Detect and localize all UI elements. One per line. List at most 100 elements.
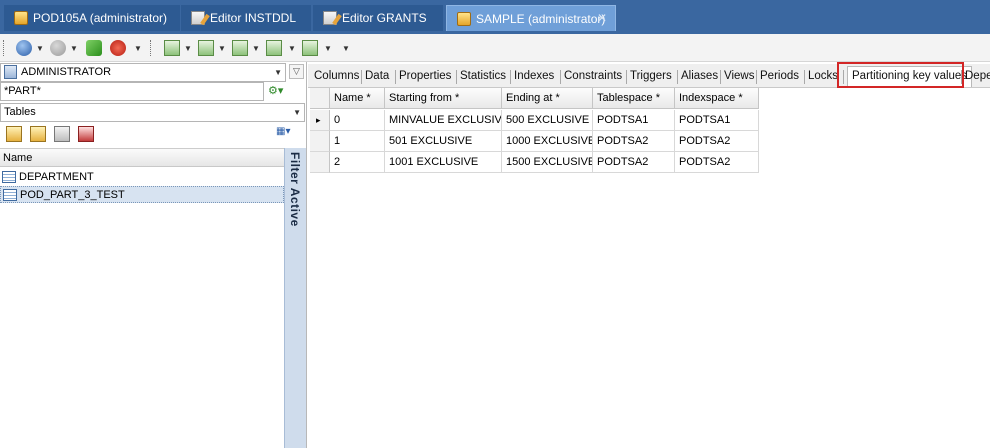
debug-icon[interactable] xyxy=(110,40,126,56)
list-item[interactable]: POD_PART_3_TEST xyxy=(0,186,284,203)
table-cell[interactable]: 2 xyxy=(330,152,385,173)
object-browser-panel: ADMINISTRATOR ▼ ▽ *PART* ⚙▾ Tables ▼ ▦▾ … xyxy=(0,62,307,448)
database-icon xyxy=(457,11,471,26)
table-action-icon[interactable] xyxy=(232,40,248,56)
highlight-box xyxy=(837,62,964,88)
tab-columns[interactable]: Columns xyxy=(314,70,359,82)
tab-label: Editor GRANTS xyxy=(342,11,427,25)
object-details-panel: Columns Data Properties Statistics Indexes Co… xyxy=(308,62,990,448)
tab-separator xyxy=(560,70,561,84)
edit-table-icon[interactable] xyxy=(54,126,70,142)
table-cell[interactable]: PODTSA1 xyxy=(593,110,675,131)
table-icon xyxy=(3,188,17,201)
table-cell[interactable]: 1 xyxy=(330,131,385,152)
column-header[interactable]: Name * xyxy=(330,88,385,109)
tab-aliases[interactable]: Aliases xyxy=(681,70,718,82)
view-options-icon[interactable]: ▦▾ xyxy=(276,126,300,142)
tab-label: SAMPLE (administrator) xyxy=(476,11,606,26)
column-header[interactable]: Indexspace * xyxy=(675,88,759,109)
toolbar-grip xyxy=(3,40,4,56)
filter-active-strip[interactable]: Filter Active xyxy=(284,148,306,448)
tab-label: POD105A (administrator) xyxy=(33,11,168,25)
chevron-down-icon[interactable]: ▼ xyxy=(184,44,192,53)
list-header: Name xyxy=(0,149,284,167)
object-type-value: Tables xyxy=(4,106,36,118)
drop-table-icon[interactable] xyxy=(78,126,94,142)
chevron-down-icon: ▼ xyxy=(293,108,301,117)
object-type-select[interactable]: Tables ▼ xyxy=(0,103,305,122)
table-action-icon[interactable] xyxy=(266,40,282,56)
tab-periods[interactable]: Periods xyxy=(760,70,799,82)
column-header[interactable]: Tablespace * xyxy=(593,88,675,109)
schema-combo[interactable]: ADMINISTRATOR ▼ xyxy=(0,63,286,82)
tab-data[interactable]: Data xyxy=(365,70,389,82)
tab-label: Editor INSTDDL xyxy=(210,11,297,25)
tab-locks[interactable]: Locks xyxy=(808,70,838,82)
tab-separator xyxy=(361,70,362,84)
apply-filter-icon[interactable]: ⚙▾ xyxy=(268,84,290,99)
toolbar-overflow-icon[interactable]: ▼ xyxy=(342,44,350,53)
table-cell[interactable]: PODTSA1 xyxy=(675,110,759,131)
back-icon[interactable] xyxy=(16,40,32,56)
tab-views[interactable]: Views xyxy=(724,70,754,82)
close-icon[interactable]: ✕ xyxy=(597,11,607,25)
table-cell[interactable]: 501 EXCLUSIVE xyxy=(385,131,502,152)
forward-icon[interactable] xyxy=(50,40,66,56)
table-cell[interactable]: 1000 EXCLUSIVE xyxy=(502,131,593,152)
table-cell[interactable]: PODTSA2 xyxy=(593,131,675,152)
tab-statistics[interactable]: Statistics xyxy=(460,70,506,82)
tab-triggers[interactable]: Triggers xyxy=(630,70,672,82)
tab-pod105a[interactable]: POD105A (administrator) xyxy=(4,5,180,31)
editor-icon xyxy=(323,11,337,25)
row-marker[interactable] xyxy=(310,152,330,173)
new-table-icon[interactable] xyxy=(6,126,22,142)
refresh-icon[interactable] xyxy=(86,40,102,56)
table-cell[interactable]: PODTSA2 xyxy=(675,152,759,173)
list-item[interactable]: DEPARTMENT xyxy=(0,168,284,185)
tab-separator xyxy=(456,70,457,84)
tab-properties[interactable]: Properties xyxy=(399,70,451,82)
list-item-label: POD_PART_3_TEST xyxy=(20,188,125,201)
table-action-icon[interactable] xyxy=(302,40,318,56)
table-cell[interactable]: PODTSA2 xyxy=(675,131,759,152)
tab-editor-grants[interactable]: Editor GRANTS xyxy=(313,5,443,31)
chevron-down-icon[interactable]: ▼ xyxy=(134,44,142,53)
schema-icon xyxy=(4,65,17,79)
table-cell[interactable]: 0 xyxy=(330,110,385,131)
table-action-icon[interactable] xyxy=(198,40,214,56)
tab-separator xyxy=(756,70,757,84)
table-cell[interactable]: 1001 EXCLUSIVE xyxy=(385,152,502,173)
column-header[interactable]: Ending at * xyxy=(502,88,593,109)
chevron-down-icon[interactable]: ▼ xyxy=(252,44,260,53)
table-cell[interactable]: 1500 EXCLUSIVE xyxy=(502,152,593,173)
row-marker[interactable] xyxy=(310,131,330,152)
tab-separator xyxy=(395,70,396,84)
tab-sample[interactable]: SAMPLE (administrator) ✕ xyxy=(446,5,616,31)
chevron-down-icon[interactable]: ▼ xyxy=(288,44,296,53)
tab-indexes[interactable]: Indexes xyxy=(514,70,554,82)
open-table-icon[interactable] xyxy=(30,126,46,142)
filter-active-label: Filter Active xyxy=(288,152,302,227)
row-header-corner xyxy=(310,88,330,109)
table-cell[interactable]: 500 EXCLUSIVE xyxy=(502,110,593,131)
tab-depe[interactable]: Depe xyxy=(965,70,990,82)
tab-constraints[interactable]: Constraints xyxy=(564,70,622,82)
column-header[interactable]: Starting from * xyxy=(385,88,502,109)
main-window: POD105A (administrator) Editor INSTDDL E… xyxy=(0,0,990,448)
chevron-down-icon[interactable]: ▼ xyxy=(218,44,226,53)
table-cell[interactable]: PODTSA2 xyxy=(593,152,675,173)
chevron-down-icon[interactable]: ▼ xyxy=(324,44,332,53)
tab-editor-instddl[interactable]: Editor INSTDDL xyxy=(181,5,311,31)
table-action-icon[interactable] xyxy=(164,40,180,56)
tab-separator xyxy=(720,70,721,84)
row-marker[interactable] xyxy=(310,110,330,131)
chevron-down-icon[interactable]: ▼ xyxy=(70,44,78,53)
chevron-down-icon: ▼ xyxy=(274,68,282,77)
chevron-down-icon[interactable]: ▼ xyxy=(36,44,44,53)
editor-tab-bar: POD105A (administrator) Editor INSTDDL E… xyxy=(0,0,990,34)
filter-input[interactable]: *PART* xyxy=(0,82,264,101)
table-cell[interactable]: MINVALUE EXCLUSIVE xyxy=(385,110,502,131)
list-item-label: DEPARTMENT xyxy=(19,170,94,183)
filter-icon[interactable]: ▽ xyxy=(289,64,304,79)
tab-separator xyxy=(677,70,678,84)
